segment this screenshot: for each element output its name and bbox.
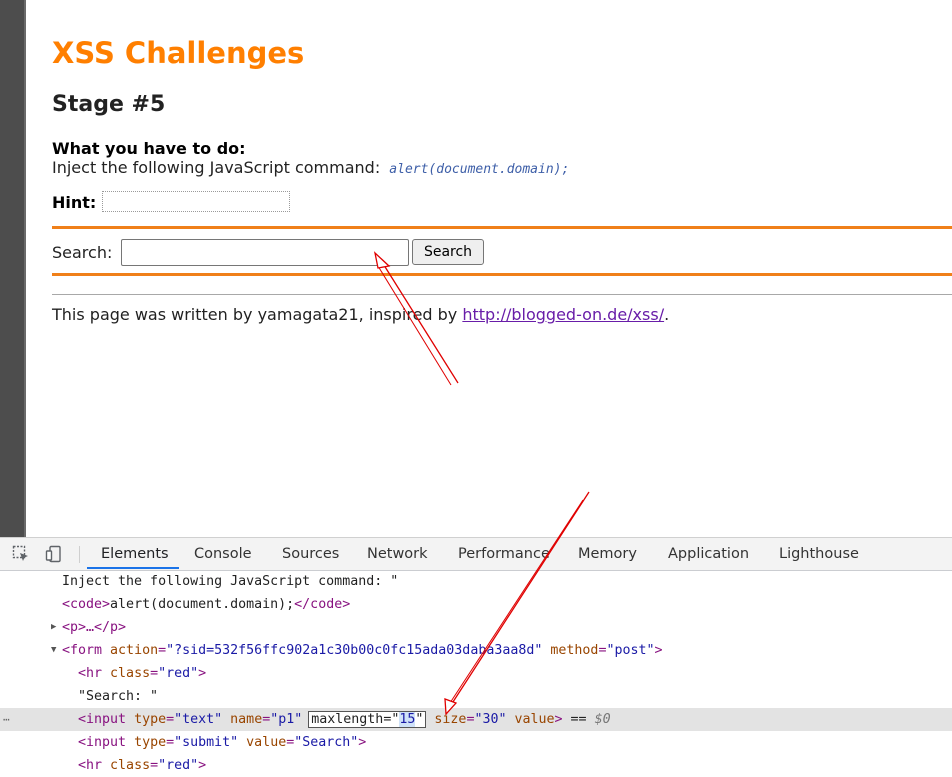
footer-prefix: This page was written by yamagata21, ins… xyxy=(52,305,463,324)
active-tab-indicator xyxy=(87,567,179,569)
search-input[interactable] xyxy=(121,239,409,266)
toolbar-separator xyxy=(79,546,80,563)
devtools-toolbar: Elements Console Sources Network Perform… xyxy=(0,537,952,571)
divider-red-bottom xyxy=(52,273,952,276)
tab-application[interactable]: Application xyxy=(668,546,749,562)
page-title: XSS Challenges xyxy=(52,36,305,70)
hint-label: Hint: xyxy=(52,193,97,212)
tab-network[interactable]: Network xyxy=(367,546,428,562)
divider-red-top xyxy=(52,226,952,229)
tab-elements[interactable]: Elements xyxy=(101,546,169,562)
footer-suffix: . xyxy=(664,305,670,324)
hint-box[interactable] xyxy=(102,191,290,212)
task-description: Inject the following JavaScript command:… xyxy=(52,158,569,177)
dom-node-p[interactable]: ▶ <p>…</p> xyxy=(0,616,952,639)
dom-node-input-text-selected[interactable]: ⋯ <input type="text" name="p1" maxlength=… xyxy=(0,708,952,731)
inspect-element-icon[interactable] xyxy=(12,545,30,563)
elements-tree: Inject the following JavaScript command:… xyxy=(0,570,952,773)
tab-sources[interactable]: Sources xyxy=(282,546,339,562)
dom-node-code[interactable]: <code>alert(document.domain);</code> xyxy=(0,593,952,616)
tab-memory[interactable]: Memory xyxy=(578,546,637,562)
footer-link[interactable]: http://blogged-on.de/xss/ xyxy=(462,305,664,324)
tab-console[interactable]: Console xyxy=(194,546,252,562)
tab-lighthouse[interactable]: Lighthouse xyxy=(779,546,859,562)
stage-title: Stage #5 xyxy=(52,92,166,117)
divider-gray xyxy=(52,294,952,295)
devtools-panel: Elements Console Sources Network Perform… xyxy=(0,537,952,773)
dom-node-hr[interactable]: <hr class="red"> xyxy=(0,662,952,685)
footer-text: This page was written by yamagata21, ins… xyxy=(52,305,669,324)
search-label: Search: xyxy=(52,243,113,262)
maxlength-attribute-editor[interactable]: maxlength="15" xyxy=(308,711,427,728)
expand-triangle-icon[interactable]: ▶ xyxy=(51,616,56,639)
dom-node-text-search[interactable]: "Search: " xyxy=(0,685,952,708)
device-toggle-icon[interactable] xyxy=(45,545,63,563)
maxlength-value[interactable]: 15 xyxy=(399,712,416,727)
dom-node-hr-2[interactable]: <hr class="red"> xyxy=(0,754,952,777)
dom-node-input-submit[interactable]: <input type="submit" value="Search"> xyxy=(0,731,952,754)
task-heading: What you have to do: xyxy=(52,139,246,158)
more-options-icon[interactable]: ⋯ xyxy=(3,708,10,731)
task-text: Inject the following JavaScript command: xyxy=(52,158,381,177)
search-button[interactable]: Search xyxy=(412,239,484,265)
challenge-page: XSS Challenges Stage #5 What you have to… xyxy=(26,0,952,537)
dom-node-text[interactable]: Inject the following JavaScript command:… xyxy=(0,570,952,593)
dom-node-form[interactable]: ▼ <form action="?sid=532f56ffc902a1c30b00… xyxy=(0,639,952,662)
task-code: alert(document.domain); xyxy=(389,162,570,177)
tab-performance[interactable]: Performance xyxy=(458,546,550,562)
browser-side-strip xyxy=(0,0,26,537)
collapse-triangle-icon[interactable]: ▼ xyxy=(51,639,56,662)
